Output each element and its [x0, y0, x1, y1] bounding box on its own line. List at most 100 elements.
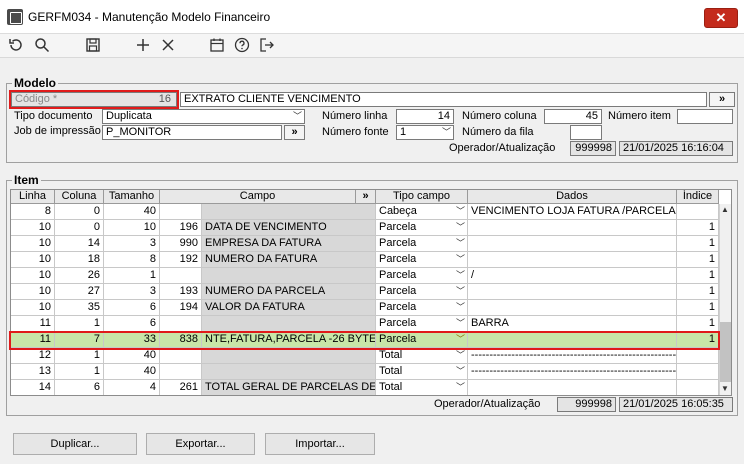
cell-tipo-campo-select[interactable]: Cabeça ﹀ — [376, 204, 468, 220]
cell-linha[interactable]: 10 — [11, 284, 55, 300]
cell-coluna[interactable]: 18 — [55, 252, 104, 268]
cell-dados[interactable]: BARRA — [468, 316, 677, 332]
table-row[interactable]: 10 0 10 196 DATA DE VENCIMENTO Parcela ﹀ 1 — [11, 220, 719, 236]
scroll-up-icon[interactable]: ▲ — [721, 205, 729, 214]
cell-dados[interactable] — [468, 220, 677, 236]
cell-tipo-campo-select[interactable]: Total ﹀ — [376, 364, 468, 380]
col-header-more-button[interactable]: » — [356, 190, 376, 204]
cell-campo[interactable]: VALOR DA FATURA — [202, 300, 376, 316]
cell-tipo-campo-select[interactable]: Parcela ﹀ — [376, 252, 468, 268]
cell-linha[interactable]: 13 — [11, 364, 55, 380]
delete-icon[interactable] — [159, 37, 177, 55]
cell-cod[interactable] — [160, 348, 202, 364]
cell-tamanho[interactable]: 3 — [104, 236, 160, 252]
col-header-linha[interactable]: Linha — [11, 190, 55, 204]
cell-tamanho[interactable]: 6 — [104, 316, 160, 332]
scrollbar-thumb[interactable] — [720, 322, 731, 382]
cell-indice[interactable]: 1 — [677, 252, 719, 268]
cell-campo[interactable]: TOTAL GERAL DE PARCELAS DE FA — [202, 380, 376, 395]
cell-linha[interactable]: 10 — [11, 236, 55, 252]
exit-icon[interactable] — [258, 37, 276, 55]
cell-coluna[interactable]: 14 — [55, 236, 104, 252]
cell-tamanho[interactable]: 6 — [104, 300, 160, 316]
search-icon[interactable] — [33, 37, 51, 55]
cell-indice[interactable]: 1 — [677, 316, 719, 332]
cell-linha[interactable]: 12 — [11, 348, 55, 364]
cell-coluna[interactable]: 1 — [55, 316, 104, 332]
cell-campo[interactable] — [202, 348, 376, 364]
tipo-documento-select[interactable]: Duplicata ﹀ — [102, 109, 305, 124]
numero-coluna-field[interactable]: 45 — [544, 109, 602, 124]
cell-tamanho[interactable]: 3 — [104, 284, 160, 300]
cell-indice[interactable]: 1 — [677, 300, 719, 316]
cell-tipo-campo-select[interactable]: Parcela ﹀ — [376, 236, 468, 252]
cell-campo[interactable] — [202, 364, 376, 380]
cell-linha[interactable]: 11 — [11, 316, 55, 332]
cell-tipo-campo-select[interactable]: Parcela ﹀ — [376, 300, 468, 316]
cell-tipo-campo-select[interactable]: Total ﹀ — [376, 348, 468, 364]
cell-dados[interactable]: / — [468, 268, 677, 284]
cell-cod[interactable]: 261 — [160, 380, 202, 395]
table-row[interactable]: 12 1 40 Total ﹀ -----------------------------… — [11, 348, 719, 364]
cell-tipo-campo-select[interactable]: Parcela ﹀ — [376, 316, 468, 332]
col-header-tipo-campo[interactable]: Tipo campo — [376, 190, 468, 204]
cell-campo[interactable] — [202, 268, 376, 284]
col-header-campo[interactable]: Campo — [160, 190, 356, 204]
cell-dados[interactable]: ----------------------------------------… — [468, 348, 677, 364]
cell-coluna[interactable]: 35 — [55, 300, 104, 316]
cell-campo[interactable] — [202, 204, 376, 220]
table-row[interactable]: 10 35 6 194 VALOR DA FATURA Parcela ﹀ 1 — [11, 300, 719, 316]
save-icon[interactable] — [84, 37, 102, 55]
cell-coluna[interactable]: 27 — [55, 284, 104, 300]
col-header-indice[interactable]: Índice — [677, 190, 719, 204]
cell-tipo-campo-select[interactable]: Total ﹀ — [376, 380, 468, 395]
cell-tamanho[interactable]: 4 — [104, 380, 160, 395]
cell-coluna[interactable]: 0 — [55, 204, 104, 220]
refresh-icon[interactable] — [7, 37, 25, 55]
cell-cod[interactable] — [160, 316, 202, 332]
cell-tipo-campo-select[interactable]: Parcela ﹀ — [376, 268, 468, 284]
cell-tamanho[interactable]: 40 — [104, 364, 160, 380]
table-row[interactable]: 10 27 3 193 NUMERO DA PARCELA Parcela ﹀ 1 — [11, 284, 719, 300]
cell-cod[interactable]: 193 — [160, 284, 202, 300]
table-row[interactable]: 10 14 3 990 EMPRESA DA FATURA Parcela ﹀ 1 — [11, 236, 719, 252]
cell-cod[interactable] — [160, 268, 202, 284]
descricao-more-button[interactable]: » — [709, 92, 735, 107]
table-row[interactable]: 11 1 6 Parcela ﹀ BARRA 1 — [11, 316, 719, 332]
calendar-icon[interactable] — [208, 37, 226, 55]
cell-cod[interactable]: 194 — [160, 300, 202, 316]
table-row[interactable]: 14 6 4 261 TOTAL GERAL DE PARCELAS DE FA Tota… — [11, 380, 719, 395]
cell-tipo-campo-select[interactable]: Parcela ﹀ — [376, 220, 468, 236]
cell-dados[interactable]: ----------------------------------------… — [468, 364, 677, 380]
cell-indice[interactable] — [677, 348, 719, 364]
cell-indice[interactable]: 1 — [677, 284, 719, 300]
cell-campo[interactable] — [202, 316, 376, 332]
exportar-button[interactable]: Exportar... — [146, 433, 255, 455]
scroll-down-icon[interactable]: ▼ — [721, 384, 729, 393]
cell-tipo-campo-select[interactable]: Parcela ﹀ — [376, 284, 468, 300]
cell-cod[interactable] — [160, 204, 202, 220]
col-header-dados[interactable]: Dados — [468, 190, 677, 204]
job-more-button[interactable]: » — [284, 125, 305, 140]
cell-tamanho[interactable]: 1 — [104, 268, 160, 284]
numero-item-field[interactable] — [677, 109, 733, 124]
help-icon[interactable] — [233, 37, 251, 55]
table-row[interactable]: 13 1 40 Total ﹀ -----------------------------… — [11, 364, 719, 380]
duplicar-button[interactable]: Duplicar... — [13, 433, 137, 455]
cell-coluna[interactable]: 0 — [55, 220, 104, 236]
cell-campo[interactable]: NUMERO DA PARCELA — [202, 284, 376, 300]
cell-coluna[interactable]: 1 — [55, 364, 104, 380]
table-row[interactable]: 10 26 1 Parcela ﹀/1 — [11, 268, 719, 284]
table-row[interactable]: 8 0 40 Cabeça ﹀ VENCIMENTO LOJA FATURA /PARCE… — [11, 204, 719, 220]
cell-indice[interactable] — [677, 204, 719, 220]
add-icon[interactable] — [134, 37, 152, 55]
importar-button[interactable]: Importar... — [265, 433, 375, 455]
numero-fila-field[interactable] — [570, 125, 602, 140]
cell-dados[interactable]: VENCIMENTO LOJA FATURA /PARCELA VALOR — [468, 204, 677, 220]
cell-indice[interactable]: 1 — [677, 268, 719, 284]
cell-cod[interactable]: 192 — [160, 252, 202, 268]
close-button[interactable]: ✕ — [704, 8, 738, 28]
item-grid[interactable]: Linha Coluna Tamanho Campo » Tipo campo … — [10, 189, 732, 396]
cell-tamanho[interactable]: 40 — [104, 348, 160, 364]
cell-dados[interactable] — [468, 236, 677, 252]
